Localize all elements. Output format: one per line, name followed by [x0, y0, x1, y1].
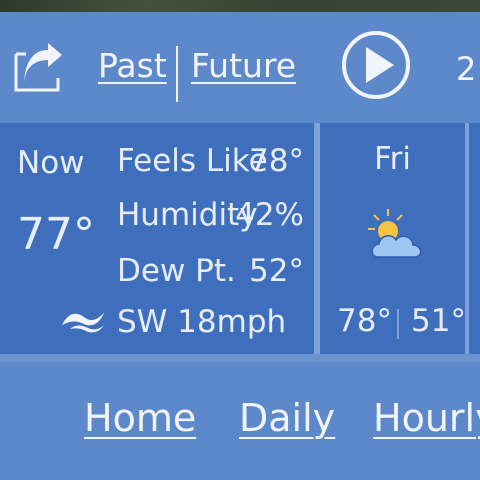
forecast-day: Fri — [374, 141, 411, 177]
play-icon[interactable] — [341, 30, 411, 100]
high-low-separator — [397, 309, 399, 339]
time-readout: 2: — [456, 50, 480, 88]
wind-icon — [62, 313, 104, 333]
forecast-low: 51° — [411, 303, 466, 339]
nav-hourly[interactable]: Hourly — [373, 396, 480, 440]
tab-future[interactable]: Future — [191, 46, 296, 85]
tab-past[interactable]: Past — [98, 46, 167, 85]
forecast-high: 78° — [337, 303, 392, 339]
current-temperature: 77° — [17, 209, 95, 260]
section-divider — [0, 354, 480, 362]
map-background — [0, 0, 480, 12]
bottom-nav: Home Daily Hourly — [0, 362, 480, 480]
current-conditions-panel: Now 77° Feels Like 78° Humidity 42% Dew … — [0, 123, 314, 354]
now-label: Now — [17, 145, 85, 181]
top-bar: Past Future 2: — [0, 12, 480, 122]
nav-daily[interactable]: Daily — [239, 396, 335, 440]
nav-home[interactable]: Home — [84, 396, 196, 440]
tab-divider — [176, 46, 178, 102]
forecast-card-next[interactable] — [469, 123, 480, 354]
dew-point-label: Dew Pt. — [117, 253, 236, 289]
humidity-value: 42% — [235, 197, 304, 233]
wind-speed: SW 18mph — [117, 304, 287, 340]
share-icon[interactable] — [12, 40, 66, 94]
feels-like-label: Feels Like — [117, 143, 268, 179]
feels-like-value: 78° — [249, 143, 304, 179]
partly-cloudy-icon — [368, 209, 422, 258]
dew-point-value: 52° — [249, 253, 304, 289]
forecast-card-fri[interactable]: Fri 78° 51° — [320, 123, 466, 354]
